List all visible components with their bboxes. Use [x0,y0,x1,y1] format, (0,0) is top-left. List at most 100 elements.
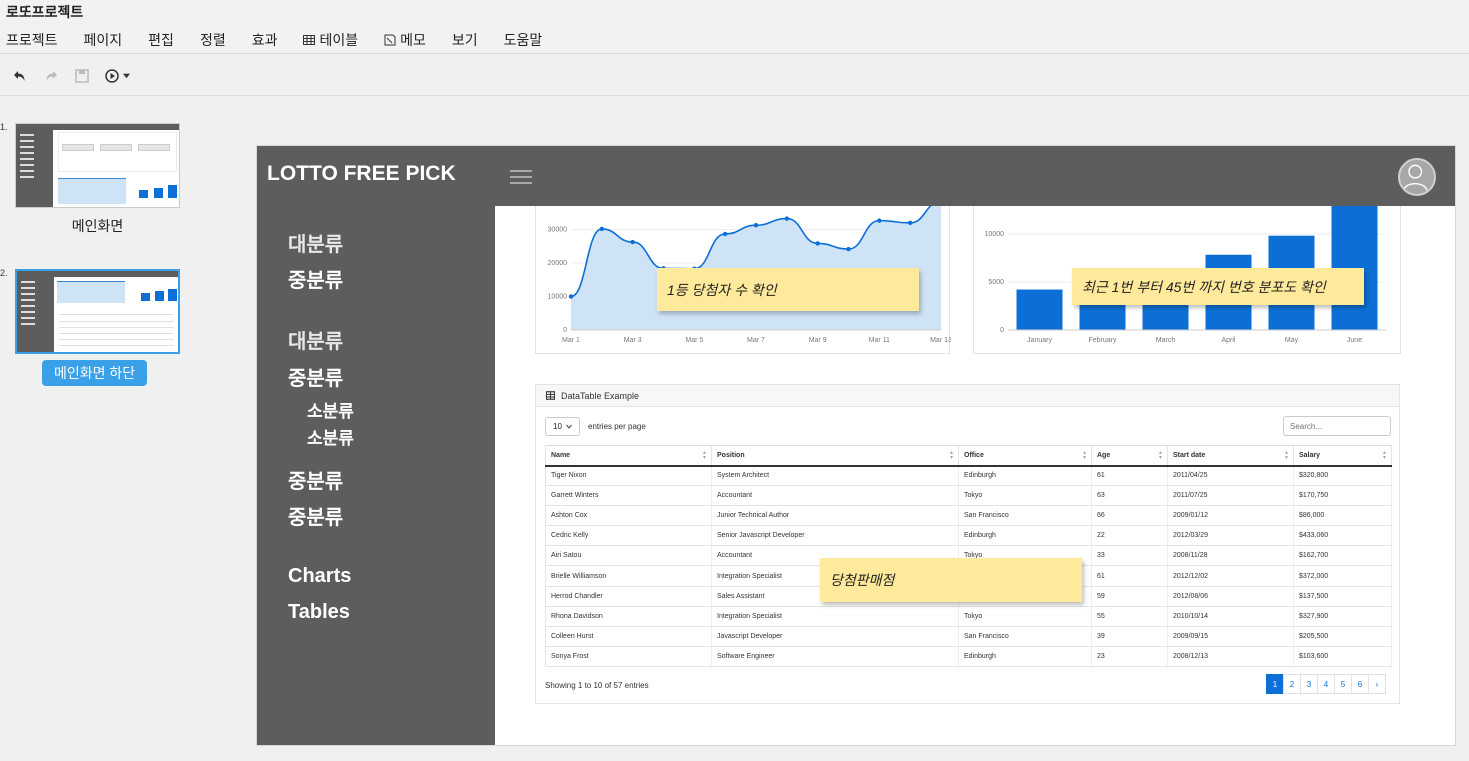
next-page-button[interactable]: › [1368,674,1386,694]
page-button[interactable]: 5 [1334,674,1352,694]
table-header-row: Name ▴ ▾ Position ▴ ▾ Office ▴ ▾ Age ▴ ▾ Start d… [545,445,1392,467]
nav-subcategory[interactable]: 중분류 [288,501,343,530]
menu-label: 테이블 [319,31,359,48]
table-row[interactable]: Garrett Winters Accountant Tokyo 63 2011/07/… [545,485,1392,507]
undo-icon [14,70,25,81]
x-tick-label: Mar 11 [869,337,890,344]
menu-label: 메모 [400,31,426,48]
table-row[interactable]: Tiger Nixon System Architect Edinburgh 61 20… [545,465,1392,487]
nav-charts[interactable]: Charts [288,565,351,588]
table-row[interactable]: Cedric Kelly Senior Javascript Developer E… [545,525,1392,547]
menu-label: 프로젝트 [6,31,58,48]
menu-edit[interactable]: 편집 [142,30,174,50]
table-cell: $103,600 [1293,646,1392,667]
table-cell: 61 [1091,465,1168,487]
page-button[interactable]: 6 [1351,674,1369,694]
main-content: 0 10000 20000 30000 Mar 1 Mar 3 Mar 5 Mar 7 Mar … [495,206,1455,745]
user-avatar-icon[interactable] [1398,158,1436,196]
column-header[interactable]: Age ▴ ▾ [1091,445,1168,467]
column-header[interactable]: Name ▴ ▾ [545,445,712,467]
window-title: 로또프로젝트 [0,0,1469,22]
x-tick-label: Mar 1 [562,337,580,344]
menu-view[interactable]: 보기 [446,30,478,50]
table-cell: 2008/11/28 [1167,545,1294,567]
brand-logo[interactable]: LOTTO FREE PICK [267,162,456,186]
page-button[interactable]: 4 [1317,674,1335,694]
hamburger-icon[interactable] [510,170,532,186]
page-label-selected[interactable]: 메인화면 하단 [42,360,148,386]
table-cell: $327,900 [1293,606,1392,627]
pagination: 1 2 3 4 5 6 › [1266,674,1386,694]
nav-category[interactable]: 대분류 [288,228,343,257]
menu-project[interactable]: 프로젝트 [0,30,58,50]
page-thumbnails: 1. 메인화면 2. 메인화면 하단 [0,96,200,761]
page-button[interactable]: 3 [1300,674,1318,694]
memo-note-stores[interactable]: 당첨판매점 [820,558,1082,602]
menu-arrange[interactable]: 정렬 [194,30,226,50]
table-cell: $162,700 [1293,545,1392,567]
table-cell: San Francisco [958,505,1092,527]
nav-subcategory[interactable]: 중분류 [288,465,343,494]
table-cell: $372,000 [1293,565,1392,587]
table-cell: Javascript Developer [711,626,959,647]
table-icon [546,391,555,400]
column-header[interactable]: Start date ▴ ▾ [1167,445,1294,467]
column-header[interactable]: Office ▴ ▾ [958,445,1092,467]
nav-tables[interactable]: Tables [288,601,350,624]
entries-select[interactable]: 10 [545,417,580,436]
nav-subitem[interactable]: 소분류 [307,424,354,449]
entries-value: 10 [553,422,562,431]
design-canvas[interactable]: LOTTO FREE PICK 대분류 중분류 대분류 중분류 소분류 소분류 … [256,145,1456,746]
table-cell: 2011/07/25 [1167,485,1294,507]
table-cell: $320,800 [1293,465,1392,487]
nav-subcategory[interactable]: 중분류 [288,362,343,391]
menu-label: 효과 [251,31,278,48]
undo-button[interactable] [6,62,34,90]
memo-note-winners[interactable]: 1등 당첨자 수 확인 [657,268,919,311]
table-cell: 2010/10/14 [1167,606,1294,627]
table-cell: 2011/04/25 [1167,465,1294,487]
table-icon [303,34,316,45]
table-cell: $86,000 [1293,505,1392,527]
table-row[interactable]: Ashton Cox Junior Technical Author San Fra… [545,505,1392,527]
table-row[interactable]: Sonya Frost Software Engineer Edinburgh 23 2… [545,646,1392,667]
table-cell: $205,500 [1293,626,1392,647]
nav-subitem[interactable]: 소분류 [307,397,354,422]
nav-subcategory[interactable]: 중분류 [288,264,343,293]
redo-icon [46,70,57,81]
page-button[interactable]: 2 [1283,674,1301,694]
page-thumbnail[interactable] [15,123,180,208]
table-row[interactable]: Rhona Davidson Integration Specialist Toky… [545,606,1392,627]
nav-category[interactable]: 대분류 [288,325,343,354]
redo-button[interactable] [37,62,65,90]
menu-effect[interactable]: 효과 [246,30,278,50]
save-button[interactable] [68,62,96,90]
x-tick-label: January [1027,337,1052,344]
menu-table[interactable]: 테이블 [297,30,358,50]
table-cell: 33 [1091,545,1168,567]
column-header[interactable]: Position ▴ ▾ [711,445,959,467]
menu-memo[interactable]: 메모 [378,30,426,50]
page-thumbnail-selected[interactable] [15,269,180,354]
data-point [599,226,605,232]
table-cell: Airi Satou [545,545,712,567]
memo-note-distribution[interactable]: 최근 1번 부터 45번 까지 번호 분포도 확인 [1072,268,1364,305]
menu-page[interactable]: 페이지 [78,30,123,50]
menu-help[interactable]: 도움말 [498,30,543,50]
table-row[interactable]: Colleen Hurst Javascript Developer San Fra… [545,626,1392,647]
search-input[interactable] [1283,416,1391,436]
data-point [784,216,790,221]
column-header[interactable]: Salary ▴ ▾ [1293,445,1392,467]
table-cell: Integration Specialist [711,606,959,627]
page-label[interactable]: 메인화면 [15,216,180,236]
table-cell: 39 [1091,626,1168,647]
x-tick-label: February [1088,337,1117,344]
table-cell: Ashton Cox [545,505,712,527]
app-window: 로또프로젝트 프로젝트 페이지 편집 정렬 효과 테이블 메모 보기 도움말 1… [0,0,1469,761]
page-button[interactable]: 1 [1266,674,1284,694]
x-tick-label: Mar 9 [809,337,827,344]
y-tick-label: 0 [1000,327,1004,334]
dropdown-caret-icon [123,73,130,79]
preview-button[interactable] [99,62,135,90]
data-table: Name ▴ ▾ Position ▴ ▾ Office ▴ ▾ Age ▴ ▾ Start d… [545,445,1392,667]
